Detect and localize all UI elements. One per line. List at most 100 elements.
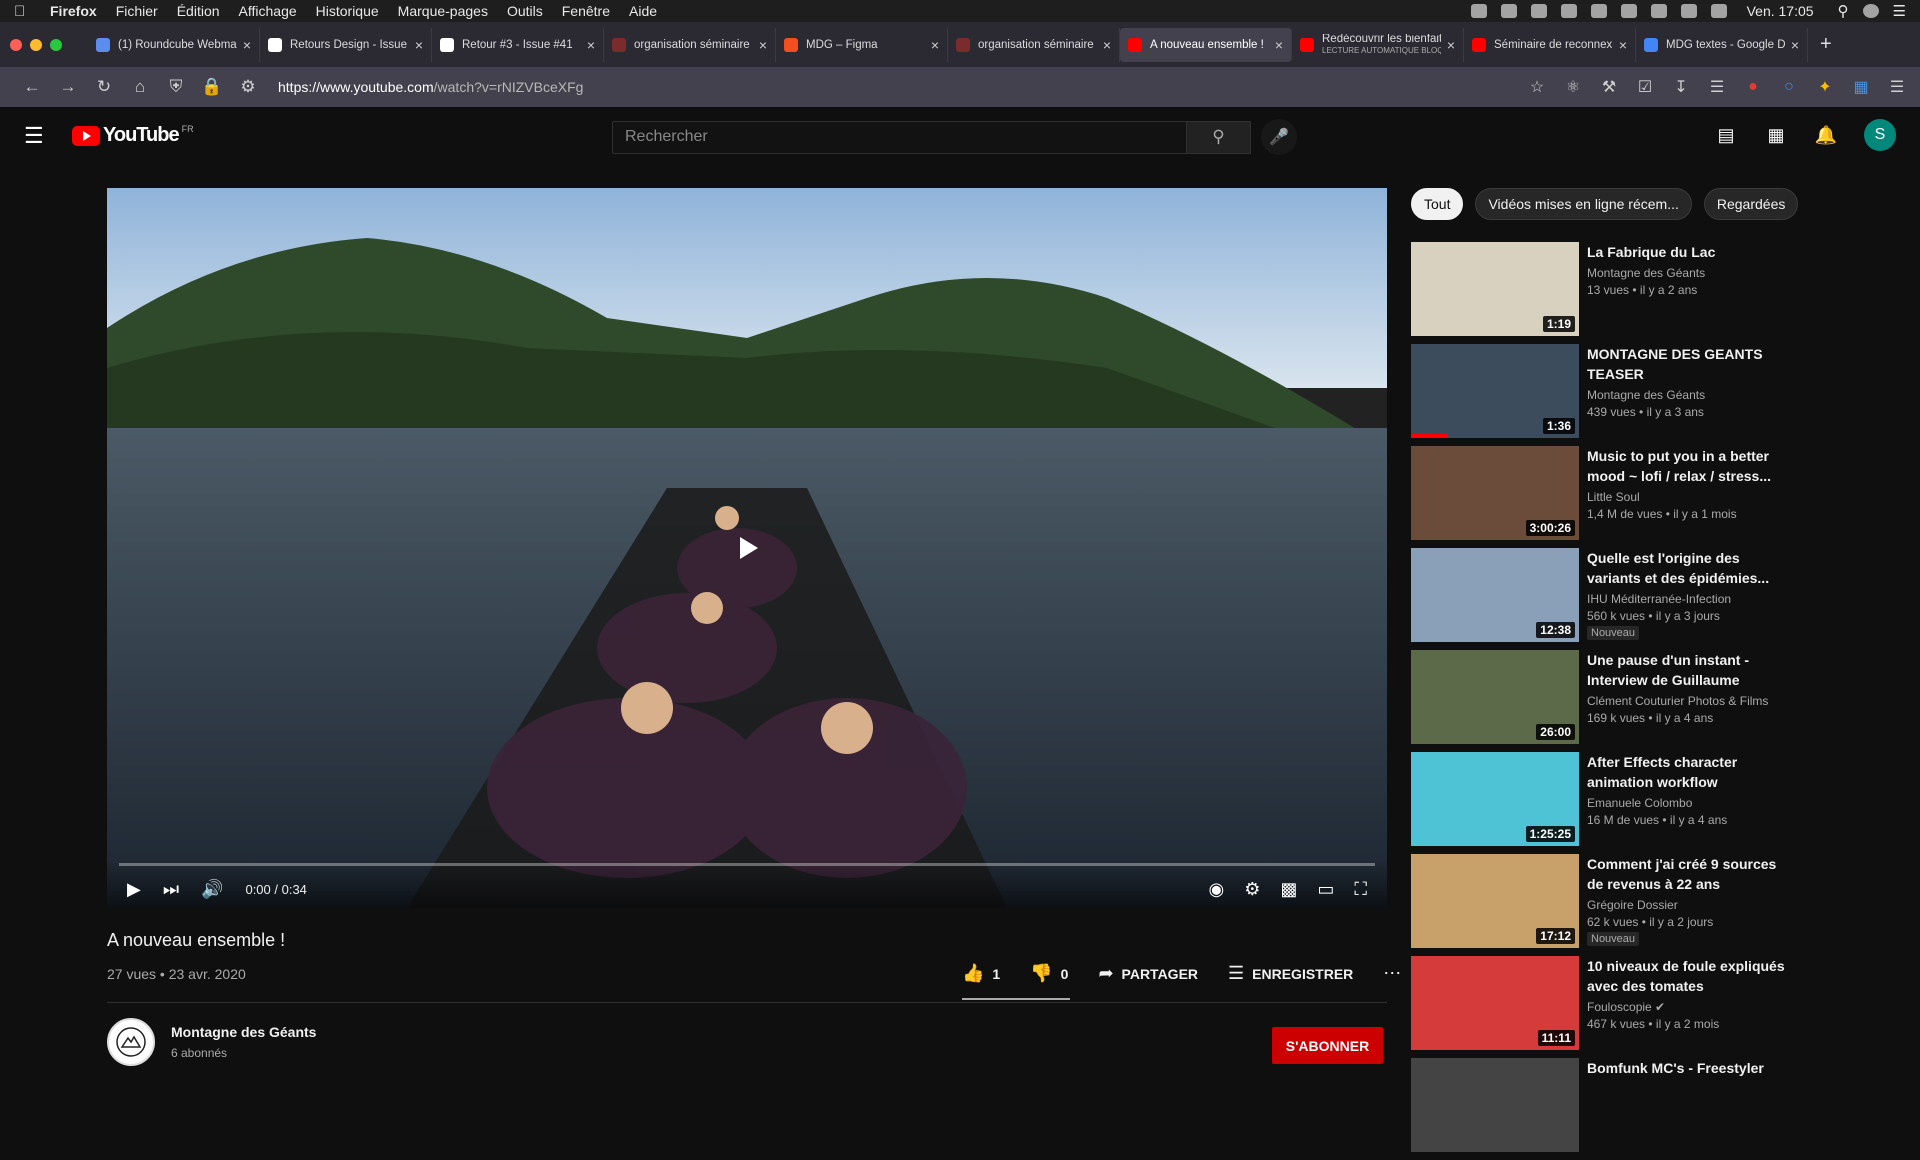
video-thumbnail[interactable]: 12:38 <box>1411 548 1579 642</box>
menu-affichage[interactable]: Affichage <box>239 3 297 19</box>
reload-icon[interactable]: ↻ <box>86 77 122 97</box>
browser-tab[interactable]: (1) Roundcube Webmail × <box>88 27 260 62</box>
recommendation-item[interactable]: 17:12 Comment j'ai créé 9 sources de reve… <box>1411 854 1811 956</box>
recommendation-item[interactable]: 1:25:25 After Effects character animation… <box>1411 752 1811 854</box>
browser-tab[interactable]: MDG – Figma × <box>776 27 948 62</box>
recommendation-title[interactable]: Comment j'ai créé 9 sources de revenus à… <box>1587 854 1787 894</box>
recommendation-item[interactable]: 1:19 La Fabrique du Lac Montagne des Géant… <box>1411 242 1811 344</box>
settings-gear-icon[interactable]: ⚙ <box>1244 879 1260 900</box>
browser-tab[interactable]: Retour #3 - Issue #41 × <box>432 27 604 62</box>
recommendation-channel[interactable]: IHU Méditerranée-Infection <box>1587 592 1787 606</box>
recommendation-channel[interactable]: Montagne des Géants <box>1587 266 1787 280</box>
tab-close-icon[interactable]: × <box>587 37 595 53</box>
cloud-icon[interactable] <box>1500 4 1517 18</box>
miniplayer-icon[interactable]: ▩ <box>1280 879 1297 900</box>
next-icon[interactable]: ⏭ <box>163 879 179 900</box>
wifi-icon[interactable] <box>1650 4 1667 18</box>
user-icon[interactable] <box>1862 4 1879 18</box>
extensions-icon[interactable]: ⚛ <box>1564 77 1582 97</box>
browser-tab[interactable]: Retours Design - Issue × <box>260 27 432 62</box>
recommendation-channel[interactable]: Emanuele Colombo <box>1587 796 1787 810</box>
recommendation-item[interactable]: Bomfunk MC's - Freestyler <box>1411 1058 1811 1160</box>
tools-icon[interactable]: ⚒ <box>1600 77 1618 97</box>
search-button[interactable]: ⚲ <box>1187 120 1251 154</box>
browser-tab[interactable]: MDG textes - Google Docs × <box>1636 27 1808 62</box>
tab-close-icon[interactable]: × <box>1103 37 1111 53</box>
recommendation-title[interactable]: Bomfunk MC's - Freestyler <box>1587 1058 1787 1078</box>
volume-icon[interactable]: 🔊 <box>201 879 223 900</box>
addon-icon[interactable]: ○ <box>1780 78 1798 96</box>
sync-icon[interactable] <box>1560 4 1577 18</box>
recommendation-title[interactable]: MONTAGNE DES GEANTS TEASER <box>1587 344 1787 384</box>
video-thumbnail[interactable]: 17:12 <box>1411 854 1579 948</box>
video-thumbnail[interactable] <box>1411 1058 1579 1152</box>
download-icon[interactable]: ↧ <box>1672 77 1690 97</box>
recommendation-title[interactable]: Music to put you in a better mood ~ lofi… <box>1587 446 1787 486</box>
browser-tab[interactable]: organisation séminaire × <box>604 27 776 62</box>
tab-close-icon[interactable]: × <box>931 37 939 53</box>
chip-recent-uploads[interactable]: Vidéos mises en ligne récem... <box>1475 188 1692 220</box>
subscribe-button[interactable]: S'ABONNER <box>1272 1027 1383 1064</box>
recommendation-title[interactable]: La Fabrique du Lac <box>1587 242 1787 262</box>
theater-mode-icon[interactable]: ▭ <box>1317 879 1334 900</box>
video-thumbnail[interactable]: 1:36 <box>1411 344 1579 438</box>
shield-icon[interactable]: ⛨ <box>158 77 194 97</box>
menu-marque-pages[interactable]: Marque-pages <box>398 3 488 19</box>
chip-tout[interactable]: Tout <box>1411 188 1464 220</box>
recommendation-item[interactable]: 1:36 MONTAGNE DES GEANTS TEASER Montagne d… <box>1411 344 1811 446</box>
fullscreen-icon[interactable]: ⛶ <box>1354 879 1367 900</box>
control-center-icon[interactable]: ☰ <box>1893 2 1906 20</box>
video-thumbnail[interactable]: 26:00 <box>1411 650 1579 744</box>
create-video-icon[interactable]: ▤ <box>1714 125 1738 146</box>
autoplay-toggle-icon[interactable]: ◉ <box>1209 879 1225 900</box>
recommendation-title[interactable]: After Effects character animation workfl… <box>1587 752 1787 792</box>
permissions-icon[interactable]: ⚙ <box>230 77 266 97</box>
lock-icon[interactable]: 🔒 <box>194 77 230 97</box>
account-avatar[interactable]: S <box>1864 119 1896 151</box>
tab-close-icon[interactable]: × <box>415 37 423 53</box>
apple-menu-icon[interactable]:  <box>14 3 30 20</box>
channel-avatar[interactable] <box>107 1018 155 1066</box>
menu-icon[interactable]: ☰ <box>1888 77 1906 97</box>
recommendation-channel[interactable]: Little Soul <box>1587 490 1787 504</box>
menu-firefox[interactable]: Firefox <box>50 3 97 19</box>
library-icon[interactable]: ☰ <box>1708 77 1726 97</box>
app-icon[interactable] <box>1530 4 1547 18</box>
addon-icon[interactable]: ▦ <box>1852 77 1870 97</box>
video-thumbnail[interactable]: 3:00:26 <box>1411 446 1579 540</box>
recommendation-channel[interactable]: Montagne des Géants <box>1587 388 1787 402</box>
menu-outils[interactable]: Outils <box>507 3 543 19</box>
progress-bar[interactable] <box>119 863 1375 866</box>
apps-grid-icon[interactable]: ▦ <box>1764 125 1788 146</box>
big-play-icon[interactable] <box>722 525 772 571</box>
browser-tab[interactable]: Séminaire de reconnexion × <box>1464 27 1636 62</box>
tab-close-icon[interactable]: × <box>1275 37 1283 53</box>
minimize-window-icon[interactable] <box>30 38 42 51</box>
voice-search-button[interactable]: 🎤 <box>1261 119 1297 155</box>
back-icon[interactable]: ← <box>14 77 50 97</box>
url-bar[interactable]: https://www.youtube.com/watch?v=rNIZVBce… <box>278 79 583 95</box>
bookmark-star-icon[interactable]: ☆ <box>1528 77 1546 97</box>
addon-icon[interactable]: ✦ <box>1816 77 1834 97</box>
menu-fichier[interactable]: Fichier <box>116 3 158 19</box>
recommendation-channel[interactable]: Clément Couturier Photos & Films <box>1587 694 1787 708</box>
recommendation-channel[interactable]: Grégoire Dossier <box>1587 898 1787 912</box>
eject-icon[interactable] <box>1680 4 1697 18</box>
time-machine-icon[interactable] <box>1590 4 1607 18</box>
recommendation-title[interactable]: 10 niveaux de foule expliqués avec des t… <box>1587 956 1787 996</box>
more-actions-button[interactable]: ⋯ <box>1383 963 1401 984</box>
forward-icon[interactable]: → <box>50 77 86 97</box>
pocket-icon[interactable]: ☑ <box>1636 77 1654 97</box>
tab-close-icon[interactable]: × <box>243 37 251 53</box>
menu-historique[interactable]: Historique <box>316 3 379 19</box>
youtube-logo[interactable]: YouTube FR <box>72 124 194 147</box>
play-icon[interactable]: ▶ <box>127 879 141 900</box>
like-button[interactable]: 👍 1 <box>962 963 1000 984</box>
home-icon[interactable]: ⌂ <box>122 77 158 97</box>
video-thumbnail[interactable]: 1:19 <box>1411 242 1579 336</box>
recommendation-title[interactable]: Quelle est l'origine des variants et des… <box>1587 548 1787 588</box>
keyboard-icon[interactable] <box>1710 4 1727 18</box>
recommendation-item[interactable]: 12:38 Quelle est l'origine des variants e… <box>1411 548 1811 650</box>
addon-icon[interactable]: ● <box>1744 78 1762 96</box>
tab-close-icon[interactable]: × <box>1447 37 1455 53</box>
